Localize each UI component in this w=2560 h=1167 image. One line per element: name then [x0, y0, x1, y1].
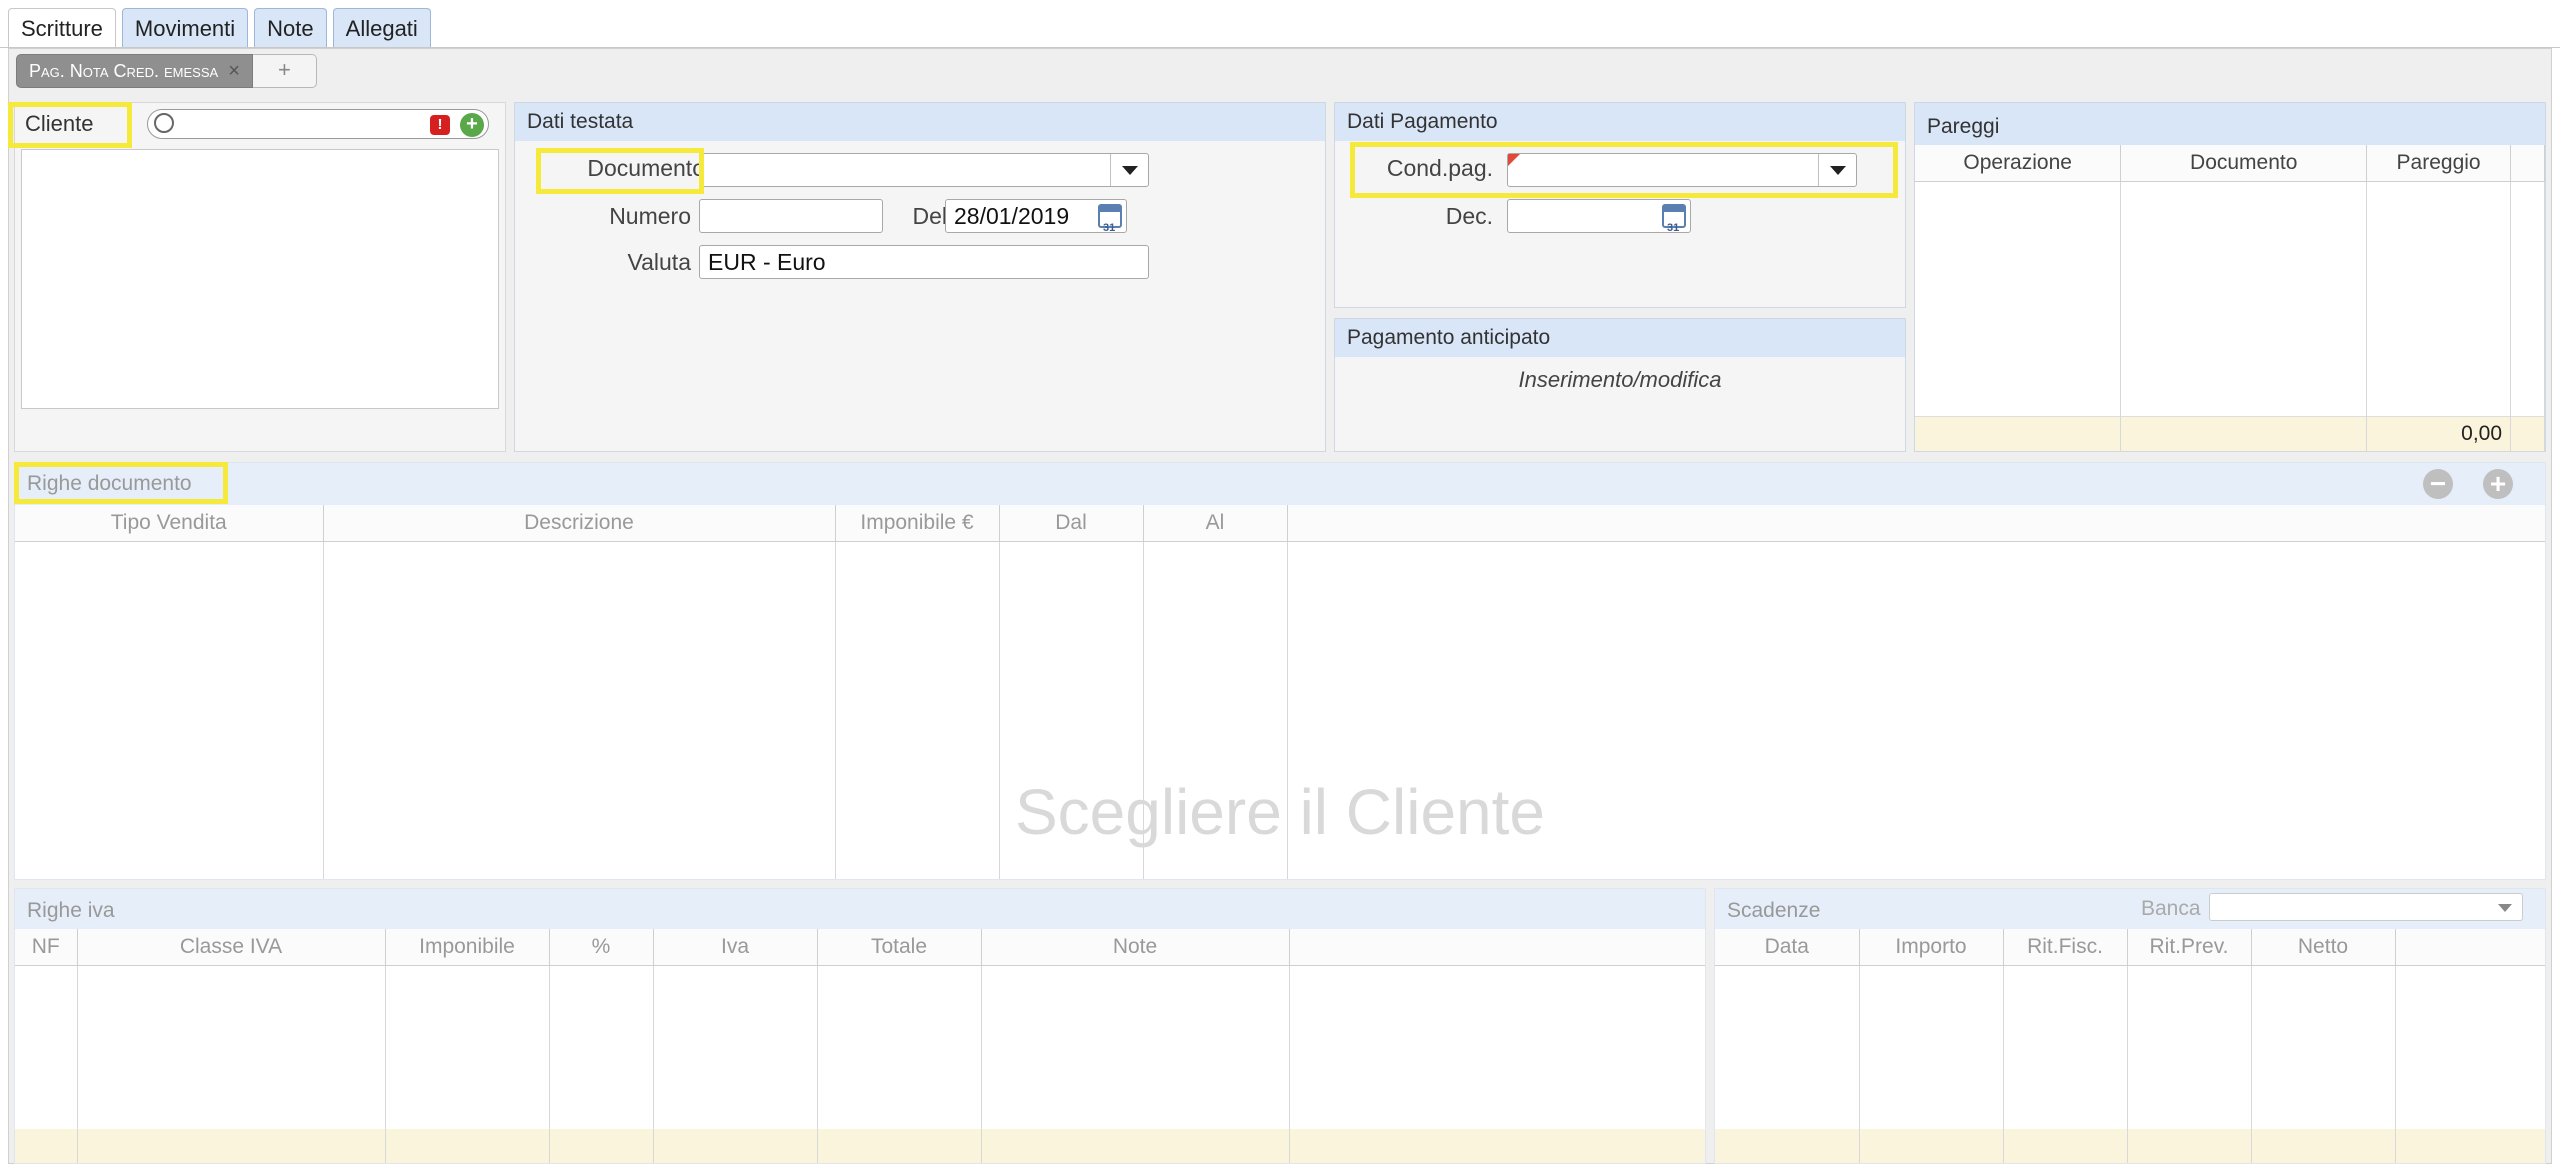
del-date-field[interactable]: 28/01/2019 [945, 199, 1127, 244]
dati-testata-header: Dati testata [515, 103, 1325, 141]
col-al[interactable]: Al [1143, 505, 1288, 542]
del-date-value: 28/01/2019 [954, 203, 1070, 229]
righe-iva-table: NF Classe IVA Imponibile % Iva Totale No… [15, 929, 1705, 1163]
link-icon [154, 113, 174, 133]
righe-iva-panel: Righe iva NF Classe IVA Imponibile % Iva… [14, 888, 1706, 1164]
col-documento[interactable]: Documento [2120, 145, 2368, 182]
numero-label: Numero [609, 203, 691, 229]
tab-allegati[interactable]: Allegati [332, 8, 431, 48]
col-imponibile[interactable]: Imponibile [385, 929, 550, 966]
cliente-details-box [21, 149, 499, 409]
col-operazione[interactable]: Operazione [1915, 145, 2122, 182]
banca-label: Banca [2141, 897, 2201, 920]
dec-date-field[interactable] [1507, 199, 1691, 244]
pareggi-total: 0,00 [2366, 416, 2512, 451]
dati-pagamento-header: Dati Pagamento [1335, 103, 1905, 141]
cliente-panel: Cliente ! + [14, 102, 506, 452]
righe-documento-panel: Righe documento − + Tipo Vendita Descriz… [14, 462, 2546, 880]
scadenze-title: Scadenze [1727, 899, 1821, 922]
cliente-search-field[interactable]: ! + [147, 109, 489, 139]
numero-field[interactable] [699, 199, 883, 233]
chevron-down-icon[interactable] [2498, 904, 2512, 912]
chevron-down-icon[interactable] [1110, 154, 1148, 186]
scegliere-cliente-watermark: Scegliere il Cliente [1014, 776, 1546, 848]
tab-note[interactable]: Note [254, 8, 327, 48]
error-icon: ! [430, 115, 450, 135]
col-rit-fisc[interactable]: Rit.Fisc. [2003, 929, 2128, 966]
condpag-highlight [1350, 142, 1898, 198]
tab-scritture[interactable]: Scritture [8, 8, 116, 50]
dati-pagamento-panel: Dati Pagamento Cond.pag. Dec. [1334, 102, 1906, 308]
col-netto[interactable]: Netto [2251, 929, 2396, 966]
col-nf[interactable]: NF [15, 929, 78, 966]
scadenze-table: Data Importo Rit.Fisc. Rit.Prev. Netto [1715, 929, 2545, 1163]
righe-iva-header: Righe iva [15, 889, 1705, 929]
col-data[interactable]: Data [1715, 929, 1860, 966]
righe-documento-highlight [14, 462, 228, 504]
documento-select[interactable] [699, 153, 1149, 187]
col-imponibile[interactable]: Imponibile € [835, 505, 1000, 542]
valuta-field[interactable]: EUR - Euro [699, 245, 1149, 279]
pareggi-panel: Pareggi Operazione Documento Pareggio 0,… [1914, 102, 2546, 452]
pareggi-table: Operazione Documento Pareggio 0,00 [1915, 145, 2545, 451]
col-pareggio[interactable]: Pareggio [2366, 145, 2512, 182]
calendar-icon[interactable] [1098, 204, 1122, 244]
remove-row-button[interactable]: − [2423, 469, 2453, 499]
main-tab-bar: Scritture Movimenti Note Allegati [8, 8, 431, 50]
dec-label: Dec. [1445, 203, 1493, 229]
del-label: Del [912, 203, 947, 229]
banca-select[interactable] [2209, 893, 2523, 921]
col-dal[interactable]: Dal [999, 505, 1144, 542]
subtab-pag-nota-cred[interactable]: Pag. Nota Cred. emessa × [16, 54, 253, 88]
col-totale[interactable]: Totale [817, 929, 982, 966]
pareggi-header: Pareggi [1915, 103, 2545, 145]
col-note[interactable]: Note [981, 929, 1290, 966]
documento-highlight [536, 148, 704, 194]
subtab-label: Pag. Nota Cred. emessa [29, 61, 219, 81]
col-iva[interactable]: Iva [653, 929, 818, 966]
add-cliente-icon[interactable]: + [460, 113, 484, 137]
valuta-label: Valuta [627, 249, 691, 275]
col-classe-iva[interactable]: Classe IVA [77, 929, 386, 966]
pagamento-anticipato-header: Pagamento anticipato [1335, 319, 1905, 357]
col-percent[interactable]: % [549, 929, 654, 966]
righe-documento-header: Righe documento [15, 463, 2545, 505]
add-row-button[interactable]: + [2483, 469, 2513, 499]
col-tipo-vendita[interactable]: Tipo Vendita [15, 505, 324, 542]
tab-movimenti[interactable]: Movimenti [121, 8, 249, 48]
pagamento-anticipato-panel: Pagamento anticipato Inserimento/modific… [1334, 318, 1906, 452]
cliente-highlight [8, 102, 132, 148]
close-icon[interactable]: × [228, 55, 240, 87]
subtab-bar: Pag. Nota Cred. emessa × + [16, 52, 317, 90]
calendar-icon[interactable] [1662, 204, 1686, 244]
col-rit-prev[interactable]: Rit.Prev. [2127, 929, 2252, 966]
col-descrizione[interactable]: Descrizione [323, 505, 836, 542]
add-subtab-button[interactable]: + [252, 54, 317, 88]
scadenze-panel: Scadenze Banca Data Importo Rit.Fisc. Ri… [1714, 888, 2546, 1164]
inserimento-modifica-link[interactable]: Inserimento/modifica [1335, 367, 1905, 393]
col-importo[interactable]: Importo [1859, 929, 2004, 966]
